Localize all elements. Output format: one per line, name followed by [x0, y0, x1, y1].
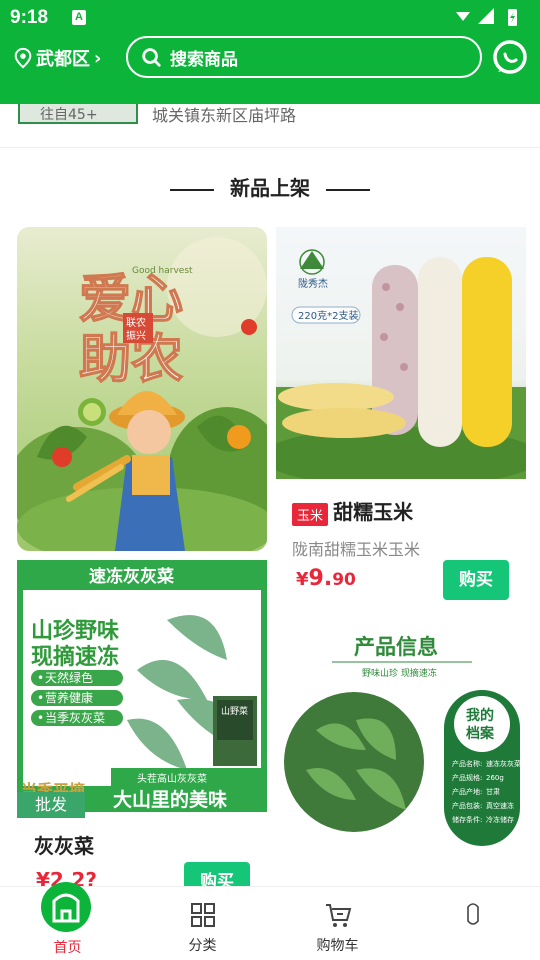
svg-text:•: • [37, 691, 44, 705]
search-placeholder: 搜索商品 [170, 49, 238, 70]
price-decimal: 90 [332, 570, 356, 590]
title-divider-left [170, 188, 214, 191]
farm-illustration: 爱心 助农 联农 振兴 Good harvest [17, 237, 267, 551]
status-time: 9:18 [10, 7, 49, 28]
title-divider-right [326, 188, 370, 191]
chevron-right-icon: › [94, 47, 102, 69]
archive-line-2: 档案 [466, 725, 495, 742]
cart-icon [326, 904, 352, 927]
status-bar: 9:18 A [0, 0, 540, 36]
spec-label-4: 产品包装: [452, 801, 482, 810]
spec-label-1: 产品名称: [452, 759, 482, 768]
signal-icon [478, 8, 494, 24]
product-price: ¥9.90 [296, 566, 356, 591]
product-image-greens[interactable]: 速冻灰灰菜 山野菜 山珍野味 现摘速冻 • 天然绿色 • 营养健康 • 当季灰灰… [17, 560, 267, 812]
notification-a-icon: A [72, 10, 86, 25]
tab-category-label: 分类 [188, 938, 217, 954]
spec-value-5: 冷冻储存 [486, 815, 514, 824]
greens-bottom-big: 大山里的美味 [113, 788, 227, 811]
greens-headline-2: 现摘速冻 [31, 644, 119, 670]
tab-home-label: 首页 [53, 940, 82, 956]
product-info-image[interactable]: 产品信息 野味山珍 现摘速冻 我的 档案 产品名称: 速冻灰灰菜 产品规格: 260… [276, 620, 526, 852]
profile-icon [467, 903, 479, 925]
location-selector[interactable]: 武都区 › [12, 44, 101, 72]
store-info-strip: 往自45+ 城关镇东新区庙坪路 [0, 104, 540, 148]
location-pin-icon [14, 47, 32, 69]
spec-label-5: 储存条件: [452, 815, 482, 824]
tab-category[interactable]: 分类 [135, 887, 270, 960]
chat-icon[interactable] [492, 39, 528, 75]
tab-cart-label: 购物车 [316, 938, 359, 954]
spec-value-4: 真空速冻 [486, 801, 514, 810]
status-icons [456, 8, 517, 26]
location-label: 武都区 [36, 49, 90, 70]
spec-value-3: 甘肃 [486, 787, 500, 796]
brand-logo-text: 陇秀杰 [298, 277, 328, 290]
store-tag: 往自45+ [18, 104, 138, 124]
wholesale-tag: 批发 [17, 792, 85, 818]
search-icon [142, 48, 161, 67]
banner-stamp: 联农 [126, 316, 146, 329]
greens-bottom-small: 头茬高山灰灰菜 [137, 772, 207, 785]
greens-banner-top: 速冻灰灰菜 [89, 566, 175, 587]
product-subname: 陇南甜糯玉米玉米 [292, 540, 421, 559]
search-bar[interactable]: 搜索商品 [126, 36, 482, 78]
greens-ad-image: 速冻灰灰菜 山野菜 山珍野味 现摘速冻 • 天然绿色 • 营养健康 • 当季灰灰… [21, 566, 267, 812]
greens-headline-1: 山珍野味 [31, 618, 119, 644]
weight-tag: 220克*2支装 [298, 309, 358, 322]
package-label: 山野菜 [221, 705, 248, 717]
info-subtitle: 野味山珍 现摘速冻 [362, 667, 437, 679]
grid-icon [191, 903, 215, 927]
greens-bullet-2: 营养健康 [45, 690, 93, 705]
section-title-text: 新品上架 [230, 176, 310, 200]
section-title: 新品上架 [0, 172, 540, 201]
store-address: 城关镇东新区庙坪路 [152, 106, 297, 125]
promo-banner-farm[interactable]: 爱心 助农 联农 振兴 Good harvest [17, 227, 267, 551]
price-symbol: ¥ [296, 569, 309, 590]
price-integer: 9. [308, 566, 333, 591]
bottom-tab-bar: 首页 分类 购物车 [0, 882, 540, 960]
archive-line-1: 我的 [466, 707, 494, 724]
spec-label-3: 产品产地: [452, 787, 482, 796]
info-title: 产品信息 [354, 635, 438, 659]
corn-photo: 陇秀杰 220克*2支装 [276, 249, 526, 479]
greens-bullet-3: 当季灰灰菜 [45, 711, 105, 725]
svg-text:•: • [37, 711, 44, 725]
svg-text:振兴: 振兴 [126, 329, 146, 342]
greens-bullet-1: 天然绿色 [45, 670, 93, 685]
spec-value-2: 260g [486, 774, 504, 782]
banner-subtitle: Good harvest [132, 266, 193, 276]
wifi-icon [456, 12, 470, 21]
top-bar: 9:18 A 武都区 › 搜索商品 [0, 0, 540, 104]
app-header: 武都区 › 搜索商品 [0, 36, 540, 104]
product-info-graphic: 产品信息 野味山珍 现摘速冻 我的 档案 产品名称: 速冻灰灰菜 产品规格: 260… [284, 635, 521, 846]
spec-value-1: 速冻灰灰菜 [486, 759, 521, 768]
tab-home[interactable]: 首页 [0, 882, 135, 960]
svg-text:•: • [37, 671, 44, 685]
product-image-corn[interactable]: 陇秀杰 220克*2支装 [276, 227, 526, 479]
spec-label-2: 产品规格: [452, 773, 482, 782]
tab-profile[interactable] [405, 887, 540, 960]
product-name[interactable]: 甜糯玉米 [333, 500, 413, 524]
corn-title-row: 玉米 甜糯玉米 [292, 496, 522, 526]
tab-cart[interactable]: 购物车 [270, 887, 405, 960]
product-badge: 玉米 [292, 503, 329, 526]
greens-product-name[interactable]: 灰灰菜 [34, 830, 94, 859]
buy-button[interactable]: 购买 [443, 560, 509, 600]
home-icon [41, 882, 91, 932]
